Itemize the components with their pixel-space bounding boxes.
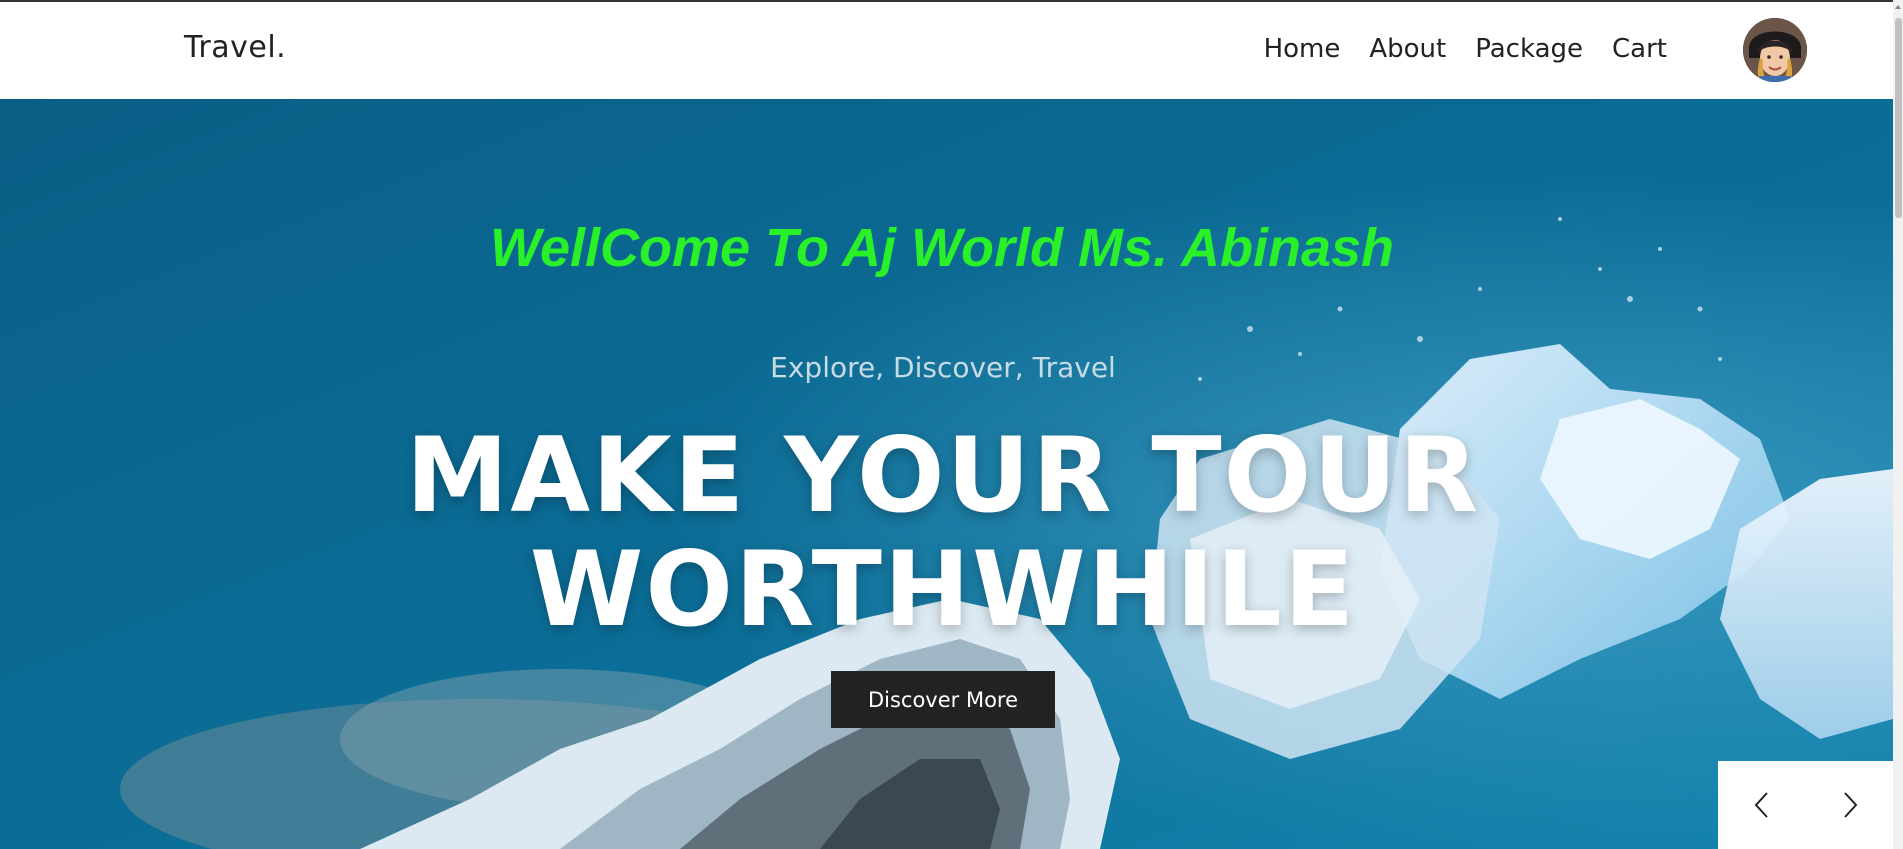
scroll-up-arrow-icon[interactable]	[1894, 2, 1902, 12]
user-avatar-icon[interactable]	[1743, 18, 1807, 82]
nav-about-link[interactable]: About	[1369, 34, 1446, 64]
hero-content: WellCome To Aj World Ms. Abinash Explore…	[0, 99, 1893, 849]
nav-package-link[interactable]: Package	[1475, 34, 1583, 64]
chevron-right-icon[interactable]	[1806, 761, 1893, 849]
welcome-message: WellCome To Aj World Ms. Abinash	[489, 218, 1395, 278]
hero-tagline: Explore, Discover, Travel	[770, 351, 1116, 384]
navbar: Travel. Home About Package Cart	[0, 2, 1893, 99]
discover-more-button[interactable]: Discover More	[831, 671, 1055, 728]
slider-controls	[1718, 761, 1893, 849]
hero-section: WellCome To Aj World Ms. Abinash Explore…	[0, 99, 1893, 849]
nav-cart-link[interactable]: Cart	[1612, 34, 1667, 64]
scrollbar-thumb[interactable]	[1895, 18, 1902, 218]
brand-logo[interactable]: Travel.	[184, 30, 286, 65]
nav-home-link[interactable]: Home	[1264, 34, 1341, 64]
chevron-left-icon[interactable]	[1718, 761, 1805, 849]
hero-headline: MAKE YOUR TOUR WORTHWHILE	[405, 416, 1481, 650]
main-nav: Home About Package Cart	[1264, 34, 1667, 64]
page-scrollbar[interactable]	[1893, 0, 1903, 849]
